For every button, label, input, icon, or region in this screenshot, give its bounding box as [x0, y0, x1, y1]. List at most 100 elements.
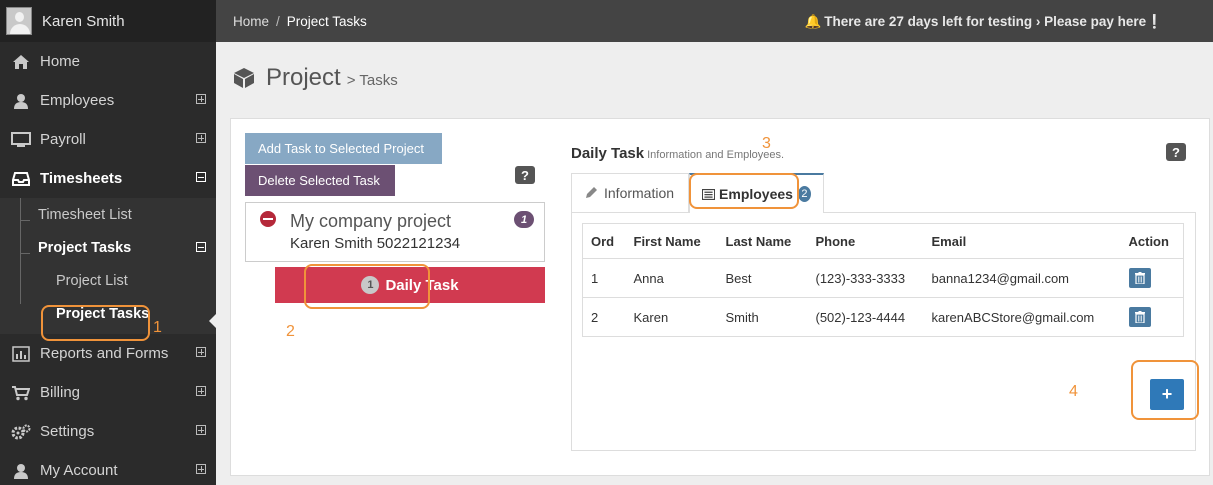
- page-subtitle: > Tasks: [346, 72, 398, 89]
- gears-icon: [10, 424, 32, 440]
- detail-title: Daily Task Information and Employees.: [571, 145, 784, 162]
- annotation-box-1: [41, 305, 150, 341]
- expand-icon[interactable]: [196, 386, 206, 396]
- column-header-email[interactable]: Email: [923, 223, 1121, 259]
- sidebar-item-label: Employees: [40, 92, 115, 109]
- cell-ord: 2: [582, 297, 626, 337]
- detail-help-icon[interactable]: ?: [1166, 143, 1186, 161]
- column-header-phone[interactable]: Phone: [807, 223, 924, 259]
- annotation-number-4: 4: [1069, 383, 1078, 400]
- monitor-icon: [10, 131, 32, 148]
- expand-icon[interactable]: [196, 347, 206, 357]
- table-header-row: Ord First Name Last Name Phone Email Act…: [582, 223, 1184, 259]
- employees-table: Ord First Name Last Name Phone Email Act…: [582, 223, 1184, 337]
- sidebar-item-label: Timesheets: [40, 170, 123, 187]
- add-task-button[interactable]: Add Task to Selected Project: [245, 133, 442, 164]
- pencil-icon: [586, 187, 597, 198]
- expand-icon[interactable]: [196, 425, 206, 435]
- sidebar-item-label: My Account: [40, 462, 118, 479]
- sidebar-item-timesheet-list[interactable]: Timesheet List: [0, 198, 216, 231]
- cart-icon: [10, 385, 32, 401]
- expand-icon[interactable]: [196, 464, 206, 474]
- delete-employee-button[interactable]: [1128, 307, 1151, 327]
- user-row[interactable]: Karen Smith: [0, 0, 216, 42]
- cell-phone: (502)-123-4444: [807, 297, 924, 337]
- user-icon: [10, 93, 32, 109]
- home-icon: [10, 54, 32, 70]
- project-name: My company project: [290, 211, 452, 231]
- column-header-action: Action: [1120, 223, 1184, 259]
- tab-information[interactable]: Information: [571, 173, 689, 213]
- employees-tab-content: Ord First Name Last Name Phone Email Act…: [571, 213, 1196, 451]
- avatar: [6, 7, 32, 35]
- breadcrumb-home[interactable]: Home: [233, 14, 269, 29]
- active-indicator: [209, 314, 216, 328]
- sidebar: Karen Smith Home Employees Payroll Times…: [0, 0, 216, 485]
- table-row[interactable]: 1 Anna Best (123)-333-3333 banna1234@gma…: [582, 258, 1184, 298]
- project-task-count-badge: 1: [514, 211, 534, 228]
- cell-email: karenABCStore@gmail.com: [923, 297, 1121, 337]
- sidebar-item-billing[interactable]: Billing: [0, 373, 216, 412]
- trial-notice-text: There are 27 days left for testing › Ple…: [824, 14, 1163, 29]
- sidebar-item-employees[interactable]: Employees: [0, 81, 216, 120]
- annotation-number-1: 1: [153, 319, 162, 336]
- delete-task-button[interactable]: Delete Selected Task: [245, 165, 395, 196]
- breadcrumb-current: Project Tasks: [286, 13, 367, 29]
- sidebar-item-label: Reports and Forms: [40, 345, 169, 362]
- sidebar-item-project-list[interactable]: Project List: [0, 264, 216, 297]
- sidebar-item-timesheets[interactable]: Timesheets: [0, 159, 216, 198]
- column-header-ord[interactable]: Ord: [582, 223, 626, 259]
- annotation-number-2: 2: [286, 323, 295, 340]
- cell-email: banna1234@gmail.com: [923, 258, 1121, 298]
- annotation-number-3: 3: [762, 135, 771, 152]
- cell-first-name: Karen: [625, 297, 718, 337]
- sidebar-item-label: Payroll: [40, 131, 86, 148]
- sidebar-item-label: Billing: [40, 384, 81, 401]
- annotation-box-2: [304, 264, 430, 309]
- sidebar-item-payroll[interactable]: Payroll: [0, 120, 216, 159]
- column-header-first-name[interactable]: First Name: [625, 223, 718, 259]
- cube-icon: [234, 68, 254, 88]
- cell-phone: (123)-333-3333: [807, 258, 924, 298]
- detail-tabs: Information Employees 2: [571, 173, 1196, 213]
- cell-action: [1120, 297, 1184, 337]
- table-row[interactable]: 2 Karen Smith (502)-123-4444 karenABCSto…: [582, 297, 1184, 337]
- sidebar-item-label: Home: [40, 53, 81, 70]
- top-bar: Home / Project Tasks 🔔 There are 27 days …: [216, 0, 1213, 42]
- collapse-project-icon[interactable]: [260, 211, 276, 227]
- breadcrumb-separator: /: [276, 13, 280, 29]
- collapse-icon[interactable]: [196, 172, 206, 182]
- bell-icon: 🔔: [804, 14, 822, 29]
- employees-count-badge: 2: [797, 186, 811, 202]
- cell-last-name: Best: [717, 258, 808, 298]
- cell-ord: 1: [582, 258, 626, 298]
- inbox-icon: [10, 171, 32, 187]
- trash-icon: [1134, 311, 1145, 323]
- annotation-box-3: [689, 173, 799, 209]
- delete-employee-button[interactable]: [1128, 268, 1151, 288]
- main-panel: Add Task to Selected Project Delete Sele…: [230, 118, 1210, 476]
- sidebar-item-my-account[interactable]: My Account: [0, 451, 216, 485]
- trash-icon: [1134, 272, 1145, 284]
- sidebar-item-settings[interactable]: Settings: [0, 412, 216, 451]
- sidebar-item-project-tasks[interactable]: Project Tasks: [0, 231, 216, 264]
- expand-icon[interactable]: [196, 133, 206, 143]
- column-header-last-name[interactable]: Last Name: [717, 223, 808, 259]
- trial-notice[interactable]: 🔔 There are 27 days left for testing › Pl…: [804, 14, 1163, 30]
- account-icon: [10, 463, 32, 479]
- page-header: Project > Tasks: [232, 64, 398, 92]
- user-name: Karen Smith: [42, 12, 125, 30]
- sidebar-item-label: Project Tasks: [38, 239, 132, 256]
- page-title: Project: [266, 64, 341, 91]
- bar-chart-icon: [10, 345, 32, 362]
- help-icon[interactable]: ?: [515, 166, 535, 184]
- project-item[interactable]: My company project Karen Smith 502212123…: [245, 202, 545, 262]
- sidebar-item-home[interactable]: Home: [0, 42, 216, 81]
- cell-last-name: Smith: [717, 297, 808, 337]
- annotation-box-4: [1131, 360, 1199, 420]
- cell-first-name: Anna: [625, 258, 718, 298]
- detail-title-text: Daily Task: [571, 145, 645, 162]
- sidebar-item-label: Settings: [40, 423, 95, 440]
- expand-icon[interactable]: [196, 94, 206, 104]
- collapse-icon[interactable]: [196, 242, 206, 252]
